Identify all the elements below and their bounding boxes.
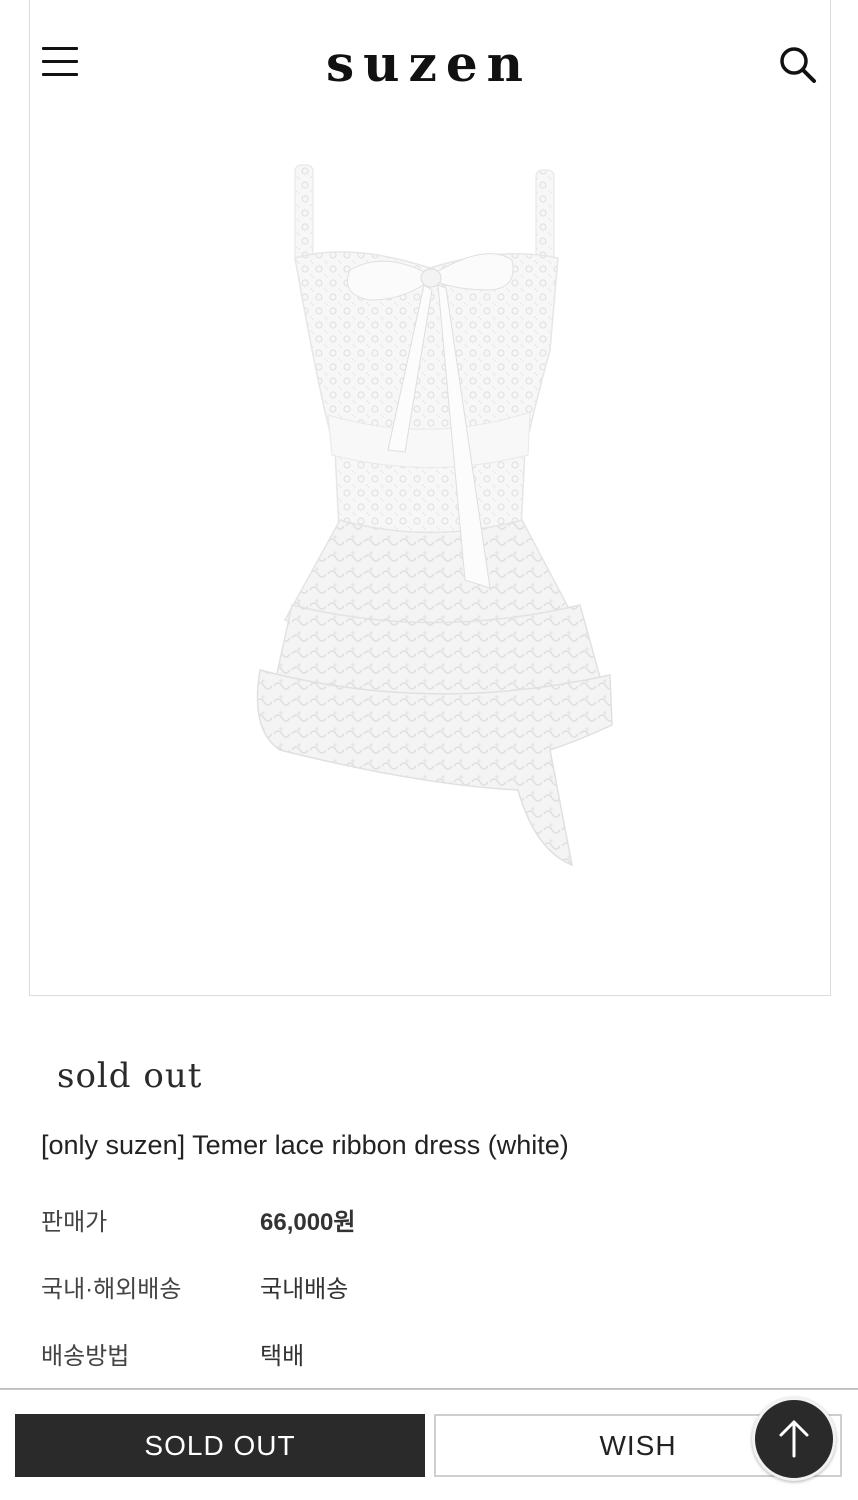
bottom-action-bar: SOLD OUT WISH [0,1390,858,1500]
info-label: 배송방법 [41,1343,130,1370]
info-value: 국내배송 [260,1276,349,1303]
info-label: 판매가 [41,1209,108,1236]
info-row-price: 판매가 66,000원 [41,1202,801,1236]
product-name: [only suzen] Temer lace ribbon dress (wh… [41,1130,569,1160]
sold-out-button[interactable]: SOLD OUT [15,1414,425,1477]
info-label: 국내·해외배송 [41,1276,182,1303]
search-icon[interactable] [776,43,818,85]
price-value: 66,000원 [260,1209,356,1236]
product-image[interactable] [200,150,660,880]
site-logo[interactable]: suzen [0,34,858,94]
sold-out-tag: sold out [57,1056,203,1096]
info-value: 택배 [260,1343,305,1370]
info-row-shipping-region: 국내·해외배송 국내배송 [41,1269,801,1303]
info-row-shipping-method: 배송방법 택배 [41,1336,801,1370]
arrow-up-icon [779,1420,809,1458]
header: suzen [0,0,858,130]
scroll-to-top-button[interactable] [752,1397,836,1481]
